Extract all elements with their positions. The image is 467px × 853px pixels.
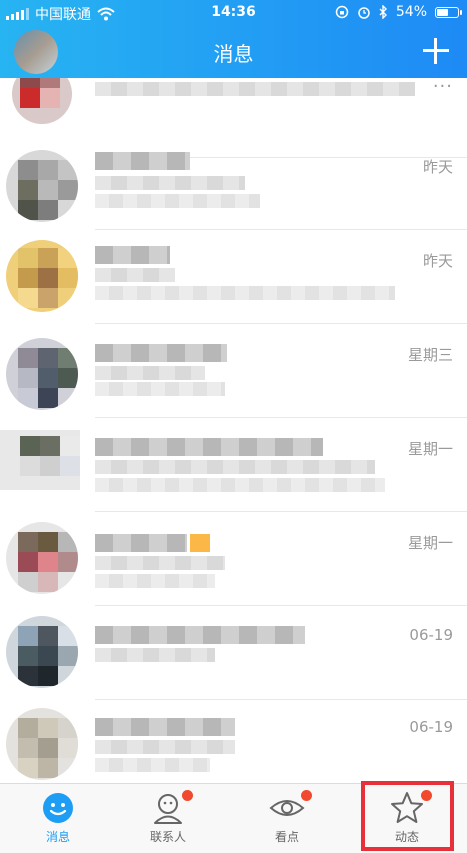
contacts-badge [182, 790, 193, 801]
status-right: 54% [335, 4, 462, 20]
message-preview-line2 [95, 382, 225, 396]
message-preview [95, 556, 225, 570]
page-title: 消息 [213, 42, 254, 66]
message-preview [95, 176, 245, 190]
conversation-row[interactable]: 06-19 [0, 606, 467, 700]
contact-avatar [6, 338, 78, 410]
contact-avatar [6, 240, 78, 312]
conversation-time: 06-19 [409, 718, 453, 736]
bluetooth-icon [379, 5, 387, 19]
conversation-time: 星期一 [407, 440, 453, 458]
conversation-time: 06-19 [409, 626, 453, 644]
emoji-icon [190, 534, 210, 552]
status-bar: 中国联通 14:36 54% [0, 0, 467, 26]
contact-name [95, 718, 235, 736]
conversation-row[interactable]: 06-19 [0, 700, 467, 783]
star-icon [391, 792, 423, 823]
conversation-row[interactable]: 昨天 [0, 230, 467, 324]
contact-avatar [6, 522, 78, 594]
tab-discover-label: 看点 [274, 830, 299, 844]
conversation-row[interactable]: 星期一 [0, 512, 467, 606]
tab-messages-label: 消息 [45, 830, 70, 844]
conversation-row[interactable]: 星期三 [0, 324, 467, 418]
battery-icon [435, 6, 462, 18]
tab-bar: 消息 联系人 看点 动态 [0, 783, 467, 853]
tab-moments[interactable]: 动态 [349, 784, 465, 853]
message-preview-line2 [95, 758, 210, 772]
messages-icon [43, 793, 73, 823]
discover-badge [301, 790, 312, 801]
message-preview [95, 82, 415, 96]
conversation-row[interactable]: 星期一 [0, 418, 467, 512]
contact-name [95, 438, 323, 456]
conversation-time: 昨天 [422, 252, 453, 270]
header: 消息 [0, 26, 467, 78]
moments-badge [421, 790, 432, 801]
contact-name [95, 152, 190, 170]
conversation-row[interactable]: 昨天 [0, 136, 467, 230]
message-preview-line2 [95, 574, 215, 588]
message-preview [95, 268, 175, 282]
conversation-time: 星期一 [407, 534, 453, 552]
tab-contacts[interactable]: 联系人 [110, 784, 226, 853]
contacts-icon [154, 794, 182, 824]
contact-name [95, 344, 227, 362]
contact-name [95, 626, 305, 644]
message-preview [95, 460, 375, 474]
more-icon: ··· [432, 78, 453, 97]
message-preview-line2 [95, 478, 385, 492]
contact-avatar [6, 708, 78, 780]
contact-avatar [6, 616, 78, 688]
conversation-list[interactable]: ··· 昨天 昨天 星期三 星期一 星期一 06-19 06-19 [0, 78, 467, 783]
contact-avatar [12, 78, 72, 124]
message-preview [95, 366, 205, 380]
battery-percent: 54% [395, 4, 427, 20]
tab-moments-label: 动态 [394, 830, 419, 844]
add-button[interactable] [421, 36, 451, 66]
contact-name [95, 246, 170, 264]
contact-avatar [0, 430, 80, 490]
conversation-time: 星期三 [407, 346, 453, 364]
message-preview-line2 [95, 194, 260, 208]
eye-icon [269, 800, 305, 816]
conversation-time: 昨天 [422, 158, 453, 176]
tab-discover[interactable]: 看点 [229, 784, 345, 853]
orientation-lock-icon [335, 5, 349, 19]
contact-name [95, 534, 187, 552]
alarm-icon [358, 7, 370, 19]
message-preview [95, 740, 235, 754]
message-preview [95, 648, 215, 662]
message-preview-line2 [95, 286, 395, 300]
tab-messages[interactable]: 消息 [0, 784, 116, 853]
contact-avatar [6, 150, 78, 222]
tab-contacts-label: 联系人 [149, 830, 186, 844]
